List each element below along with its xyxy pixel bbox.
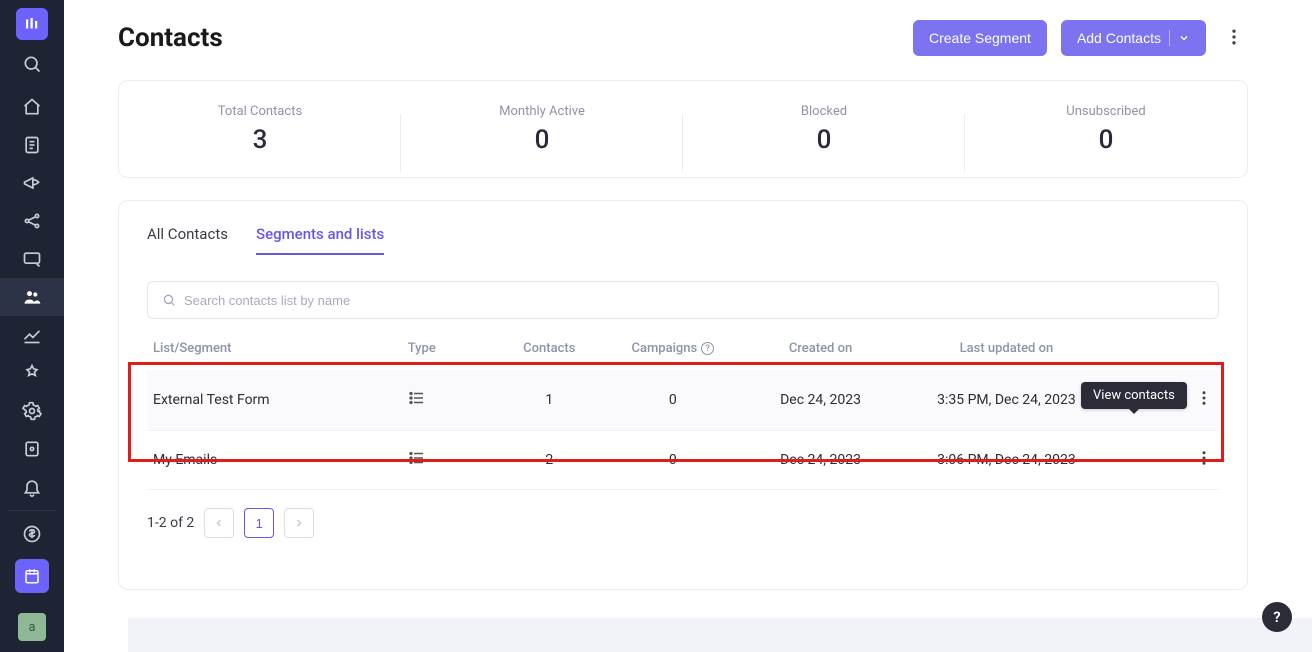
bell-icon[interactable] <box>0 468 64 506</box>
search-icon <box>162 293 176 307</box>
page-title: Contacts <box>118 23 223 53</box>
stat-label: Monthly Active <box>499 104 585 119</box>
col-campaigns: Campaigns ? <box>608 331 737 370</box>
row-more-icon[interactable] <box>1195 389 1213 411</box>
share-icon[interactable] <box>0 202 64 240</box>
stat-value: 0 <box>1099 125 1114 155</box>
list-icon <box>408 455 426 471</box>
stats-card: Total Contacts 3 Monthly Active 0 Blocke… <box>118 80 1248 178</box>
col-type: Type <box>402 331 490 370</box>
avatar[interactable]: a <box>18 613 46 641</box>
template-icon[interactable] <box>0 430 64 468</box>
cell-campaigns: 0 <box>608 370 737 431</box>
cell-contacts: 2 <box>490 431 608 490</box>
main-area: Contacts Create Segment Add Contacts Tot… <box>64 0 1312 652</box>
pager-page-1[interactable]: 1 <box>244 508 274 538</box>
screen-icon[interactable] <box>0 240 64 278</box>
automation-icon[interactable] <box>0 354 64 392</box>
col-created: Created on <box>737 331 903 370</box>
cell-campaigns: 0 <box>608 431 737 490</box>
view-contacts-tooltip: View contacts <box>1081 382 1187 409</box>
contacts-icon[interactable] <box>0 278 64 316</box>
cell-name: My Emails <box>147 431 402 490</box>
search-box[interactable] <box>147 281 1219 319</box>
tab-all-contacts[interactable]: All Contacts <box>147 225 228 255</box>
row-actions <box>1115 449 1213 471</box>
tabs: All Contacts Segments and lists <box>147 225 1219 255</box>
tab-segments-and-lists[interactable]: Segments and lists <box>256 225 384 255</box>
help-button[interactable]: ? <box>1262 602 1292 632</box>
cell-created: Dec 24, 2023 <box>737 370 903 431</box>
billing-icon[interactable] <box>0 515 64 553</box>
search-icon[interactable] <box>0 44 64 84</box>
stat-blocked: Blocked 0 <box>683 104 965 155</box>
cell-name: External Test Form <box>147 370 402 431</box>
table-row[interactable]: My Emails 2 0 Dec 24, 2023 3:06 PM, Dec … <box>147 431 1219 490</box>
col-name: List/Segment <box>147 331 402 370</box>
header-more-button[interactable] <box>1220 23 1248 54</box>
add-contacts-button[interactable]: Add Contacts <box>1061 20 1206 56</box>
stat-value: 3 <box>253 125 268 155</box>
stat-value: 0 <box>817 125 832 155</box>
col-campaigns-label: Campaigns <box>631 341 697 356</box>
stat-label: Unsubscribed <box>1066 104 1145 119</box>
stat-unsubscribed: Unsubscribed 0 <box>965 104 1247 155</box>
stat-total-contacts: Total Contacts 3 <box>119 104 401 155</box>
pager-next-button[interactable] <box>284 508 314 538</box>
document-icon[interactable] <box>0 126 64 164</box>
col-contacts: Contacts <box>490 331 608 370</box>
cell-updated: 3:06 PM, Dec 24, 2023 <box>904 431 1109 490</box>
cell-type <box>402 431 490 490</box>
stat-monthly-active: Monthly Active 0 <box>401 104 683 155</box>
pager-prev-button[interactable] <box>204 508 234 538</box>
footer-strip <box>128 618 1312 652</box>
sidebar: a <box>0 0 64 652</box>
stat-label: Total Contacts <box>218 104 302 119</box>
list-icon <box>408 395 426 411</box>
info-icon[interactable]: ? <box>701 342 714 355</box>
pagination: 1-2 of 2 1 <box>147 508 1219 538</box>
chart-icon[interactable] <box>0 316 64 354</box>
cell-type <box>402 370 490 431</box>
create-segment-button[interactable]: Create Segment <box>913 20 1047 56</box>
table-row[interactable]: External Test Form 1 0 Dec 24, 2023 3:35… <box>147 370 1219 431</box>
cell-updated: 3:35 PM, Dec 24, 2023 <box>904 370 1109 431</box>
contacts-table-card: All Contacts Segments and lists List/Seg… <box>118 200 1248 590</box>
add-contacts-label: Add Contacts <box>1077 30 1161 46</box>
segments-table: List/Segment Type Contacts Campaigns ? C… <box>147 331 1219 490</box>
app-logo[interactable] <box>16 8 48 40</box>
header-actions: Create Segment Add Contacts <box>913 20 1248 56</box>
calendar-icon[interactable] <box>15 559 49 593</box>
settings-icon[interactable] <box>0 392 64 430</box>
col-updated: Last updated on <box>904 331 1109 370</box>
button-divider <box>1169 30 1170 46</box>
cell-created: Dec 24, 2023 <box>737 431 903 490</box>
row-more-icon[interactable] <box>1195 449 1213 471</box>
cell-contacts: 1 <box>490 370 608 431</box>
megaphone-icon[interactable] <box>0 164 64 202</box>
stat-label: Blocked <box>801 104 847 119</box>
chevron-down-icon <box>1178 32 1190 44</box>
sidebar-divider <box>8 510 56 511</box>
pager-info: 1-2 of 2 <box>147 515 194 531</box>
home-icon[interactable] <box>0 88 64 126</box>
page-header: Contacts Create Segment Add Contacts <box>118 20 1248 56</box>
search-input[interactable] <box>184 293 1204 308</box>
stat-value: 0 <box>535 125 550 155</box>
